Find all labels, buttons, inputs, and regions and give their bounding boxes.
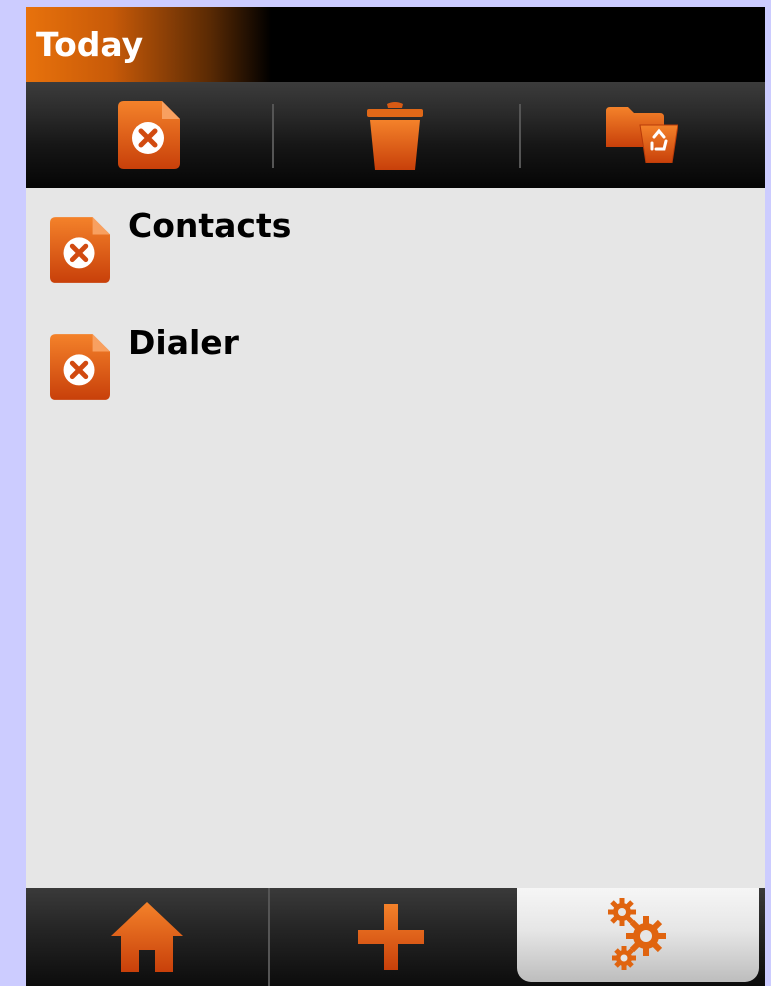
toolbar [26, 82, 765, 188]
delete-button[interactable] [272, 82, 518, 188]
page-title: Today [36, 25, 144, 64]
restore-button[interactable] [518, 82, 765, 188]
bottom-nav [26, 888, 765, 986]
list-item-label: Dialer [128, 323, 239, 362]
remove-file-icon [118, 101, 181, 169]
remove-file-icon [50, 216, 110, 284]
list-item[interactable]: Dialer [26, 305, 765, 422]
tab-home[interactable] [26, 888, 268, 986]
list-item-label: Contacts [128, 206, 292, 245]
recycle-folder-icon [605, 107, 678, 163]
home-icon [111, 902, 184, 972]
gears-icon [607, 898, 668, 972]
plus-icon [358, 904, 425, 970]
list-item[interactable]: Contacts [26, 188, 765, 305]
title-bar: Today [26, 7, 765, 82]
remove-button[interactable] [26, 82, 272, 188]
tab-settings[interactable] [516, 888, 759, 982]
app-screen: Today Contacts Dialer [26, 7, 765, 986]
app-list: Contacts Dialer [26, 188, 765, 422]
remove-file-icon [50, 333, 110, 401]
trash-can-icon [365, 100, 425, 170]
tab-add[interactable] [268, 888, 512, 986]
